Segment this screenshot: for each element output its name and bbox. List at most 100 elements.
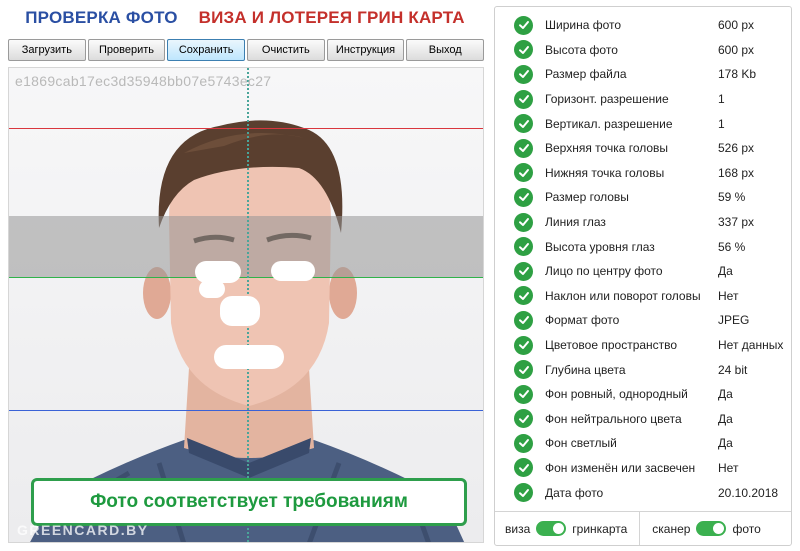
- check-row: Формат фото JPEG: [495, 308, 791, 333]
- results-panel: Ширина фото 600 px Высота фото 600 px Размер…: [494, 6, 792, 546]
- check-ok-icon: [514, 360, 533, 380]
- check-ok-icon: [514, 458, 533, 478]
- check-ok-icon: [514, 212, 533, 232]
- check-value: Да: [718, 387, 733, 402]
- check-value: Нет: [718, 288, 739, 303]
- eye-line: [9, 277, 483, 278]
- check-ok-icon: [514, 286, 533, 306]
- check-value: 1: [718, 92, 725, 107]
- check-row: Фон ровный, однородный Да: [495, 382, 791, 407]
- check-row: Вертикал. разрешение 1: [495, 111, 791, 136]
- check-label: Фон нейтрального цвета: [545, 411, 682, 426]
- check-row: Верхняя точка головы 526 px: [495, 136, 791, 161]
- check-button[interactable]: Проверить: [87, 39, 166, 61]
- check-value: 56 %: [718, 239, 746, 254]
- check-label: Верхняя точка головы: [545, 141, 669, 156]
- exit-button[interactable]: Выход: [406, 39, 485, 61]
- chin-line: [9, 410, 483, 411]
- check-ok-icon: [514, 163, 533, 183]
- watermark: GREENCARD.BY: [17, 522, 149, 538]
- check-label: Глубина цвета: [545, 362, 626, 377]
- check-row: Линия глаз 337 px: [495, 210, 791, 235]
- check-label: Горизонт. разрешение: [545, 92, 669, 107]
- check-row: Высота уровня глаз 56 %: [495, 234, 791, 259]
- save-button[interactable]: Сохранить: [167, 39, 246, 61]
- mouth-mask: [214, 345, 284, 369]
- check-ok-icon: [514, 409, 533, 429]
- check-value: Да: [718, 264, 733, 279]
- eye-zone-band: [9, 216, 483, 278]
- check-label: Лицо по центру фото: [545, 264, 663, 279]
- check-label: Высота фото: [545, 42, 618, 57]
- check-label: Фон ровный, однородный: [545, 387, 688, 402]
- check-value: 1: [718, 116, 725, 131]
- check-row: Горизонт. разрешение 1: [495, 87, 791, 112]
- scanner-photo-toggle[interactable]: [696, 521, 727, 536]
- check-ok-icon: [514, 187, 533, 207]
- check-ok-icon: [514, 89, 533, 109]
- check-label: Высота уровня глаз: [545, 239, 655, 254]
- visa-greencard-toggle[interactable]: [536, 521, 567, 536]
- check-ok-icon: [514, 138, 533, 158]
- check-list: Ширина фото 600 px Высота фото 600 px Размер…: [495, 13, 791, 505]
- check-label: Размер головы: [545, 190, 629, 205]
- check-ok-icon: [514, 433, 533, 453]
- check-value: Да: [718, 436, 733, 451]
- check-row: Наклон или поворот головы Нет: [495, 284, 791, 309]
- check-ok-icon: [514, 40, 533, 60]
- title-photo-check: ПРОВЕРКА ФОТО: [25, 8, 178, 27]
- check-value: 178 Kb: [718, 67, 757, 82]
- check-label: Вертикал. разрешение: [545, 116, 673, 131]
- check-row: Фон изменён или засвечен Нет: [495, 456, 791, 481]
- check-label: Дата фото: [545, 485, 604, 500]
- check-value: 337 px: [718, 215, 755, 230]
- check-ok-icon: [514, 15, 533, 35]
- check-ok-icon: [514, 310, 533, 330]
- load-button[interactable]: Загрузить: [8, 39, 86, 61]
- instructions-button[interactable]: Инструкция: [326, 39, 405, 61]
- check-row: Дата фото 20.10.2018: [495, 480, 791, 505]
- check-label: Нижняя точка головы: [545, 165, 665, 180]
- check-ok-icon: [514, 483, 533, 503]
- check-label: Ширина фото: [545, 18, 622, 33]
- check-value: 168 px: [718, 165, 755, 180]
- check-value: 24 bit: [718, 362, 748, 377]
- mode-label-greencard: гринкарта: [572, 521, 628, 536]
- check-label: Размер файла: [545, 67, 627, 82]
- check-value: Нет данных: [718, 338, 784, 353]
- nose-mask: [220, 296, 260, 326]
- check-value: 20.10.2018: [718, 485, 779, 500]
- check-row: Глубина цвета 24 bit: [495, 357, 791, 382]
- mode-switches: виза гринкарта сканер фото: [495, 511, 791, 545]
- check-row: Нижняя точка головы 168 px: [495, 161, 791, 186]
- verdict-banner: Фото соответствует требованиям: [31, 478, 467, 526]
- source-label-photo: фото: [732, 521, 761, 536]
- check-row: Высота фото 600 px: [495, 38, 791, 63]
- top-limit-line: [9, 128, 483, 129]
- check-label: Линия глаз: [545, 215, 606, 230]
- check-label: Фон светлый: [545, 436, 617, 451]
- check-row: Ширина фото 600 px: [495, 13, 791, 38]
- check-label: Наклон или поворот головы: [545, 288, 701, 303]
- check-value: Нет: [718, 460, 739, 475]
- check-ok-icon: [514, 114, 533, 134]
- check-row: Фон нейтрального цвета Да: [495, 407, 791, 432]
- toolbar: Загрузить Проверить Сохранить Очистить И…: [8, 39, 485, 61]
- check-row: Лицо по центру фото Да: [495, 259, 791, 284]
- check-value: 526 px: [718, 141, 755, 156]
- check-row: Размер файла 178 Kb: [495, 62, 791, 87]
- title-visa-lottery: ВИЗА И ЛОТЕРЕЯ ГРИН КАРТА: [198, 8, 465, 27]
- mode-label-visa: виза: [505, 521, 531, 536]
- photo-hash: e1869cab17ec3d35948bb07e5743ec27: [15, 73, 272, 89]
- app-title: ПРОВЕРКА ФОТО ВИЗА И ЛОТЕРЕЯ ГРИН КАРТА: [0, 8, 490, 28]
- check-value: Да: [718, 411, 733, 426]
- source-label-scanner: сканер: [652, 521, 691, 536]
- check-value: JPEG: [718, 313, 750, 328]
- cheek-mask: [199, 280, 225, 298]
- check-row: Фон светлый Да: [495, 431, 791, 456]
- check-ok-icon: [514, 237, 533, 257]
- clear-button[interactable]: Очистить: [247, 39, 325, 61]
- check-ok-icon: [514, 64, 533, 84]
- photo-preview: e1869cab17ec3d35948bb07e5743ec27 Фото со…: [8, 67, 484, 543]
- check-ok-icon: [514, 335, 533, 355]
